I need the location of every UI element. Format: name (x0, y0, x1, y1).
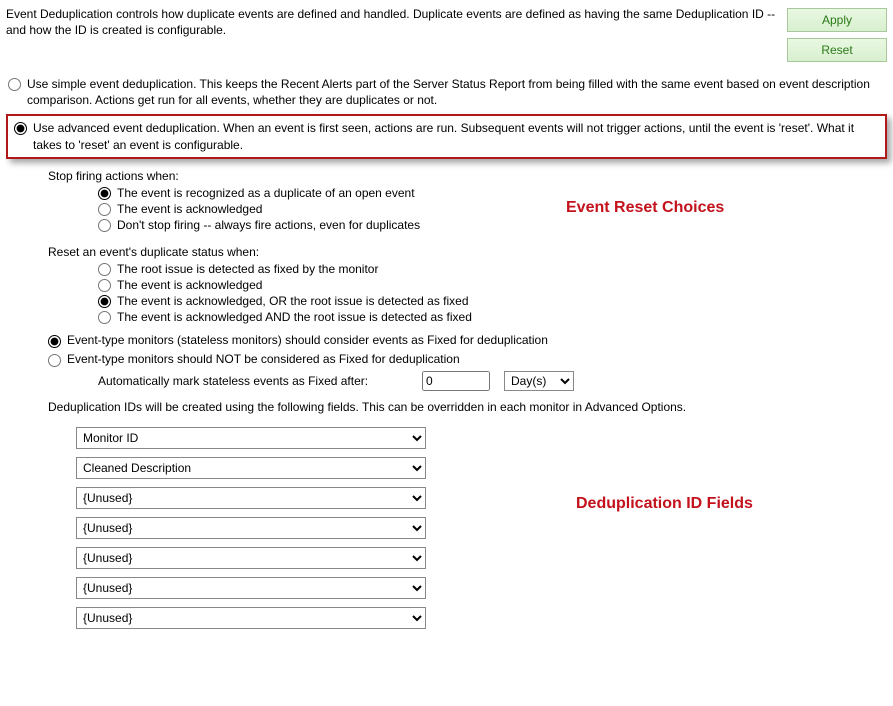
intro-text: Event Deduplication controls how duplica… (6, 6, 787, 38)
etype-opt2-label: Event-type monitors should NOT be consid… (67, 352, 460, 366)
etype-opt1-radio[interactable] (48, 335, 61, 348)
stop-opt2-label: The event is acknowledged (117, 202, 262, 216)
mode-advanced-radio[interactable] (14, 122, 27, 135)
stateless-label: Automatically mark stateless events as F… (98, 374, 408, 388)
apply-button[interactable]: Apply (787, 8, 887, 32)
reset-opt1-label: The root issue is detected as fixed by t… (117, 262, 378, 276)
reset-button[interactable]: Reset (787, 38, 887, 62)
stop-opt3-label: Don't stop firing -- always fire actions… (117, 218, 420, 232)
reset-opt3-radio[interactable] (98, 295, 111, 308)
dedup-id-paragraph: Deduplication IDs will be created using … (48, 399, 848, 415)
dedup-field-6[interactable]: {Unused} (76, 577, 426, 599)
stateless-unit-select[interactable]: Day(s) (504, 371, 574, 391)
reset-opt2-radio[interactable] (98, 279, 111, 292)
reset-opt4-label: The event is acknowledged AND the root i… (117, 310, 472, 324)
callout-dedup-fields: Deduplication ID Fields (576, 495, 753, 513)
dedup-field-4[interactable]: {Unused} (76, 517, 426, 539)
reset-heading: Reset an event's duplicate status when: (48, 245, 887, 259)
etype-opt2-radio[interactable] (48, 354, 61, 367)
reset-opt4-radio[interactable] (98, 311, 111, 324)
stop-opt3-radio[interactable] (98, 219, 111, 232)
dedup-field-3[interactable]: {Unused} (76, 487, 426, 509)
dedup-field-5[interactable]: {Unused} (76, 547, 426, 569)
etype-opt1-label: Event-type monitors (stateless monitors)… (67, 333, 548, 347)
callout-event-reset: Event Reset Choices (566, 199, 724, 217)
stop-opt1-label: The event is recognized as a duplicate o… (117, 186, 415, 200)
dedup-field-2[interactable]: Cleaned Description (76, 457, 426, 479)
dedup-field-7[interactable]: {Unused} (76, 607, 426, 629)
mode-simple-radio[interactable] (8, 78, 21, 91)
stop-opt1-radio[interactable] (98, 187, 111, 200)
stop-heading: Stop firing actions when: (48, 169, 887, 183)
mode-advanced-highlight: Use advanced event deduplication. When a… (6, 114, 887, 158)
reset-opt3-label: The event is acknowledged, OR the root i… (117, 294, 469, 308)
reset-opt2-label: The event is acknowledged (117, 278, 262, 292)
mode-advanced-label: Use advanced event deduplication. When a… (33, 120, 879, 152)
reset-opt1-radio[interactable] (98, 263, 111, 276)
mode-simple-label: Use simple event deduplication. This kee… (27, 76, 878, 108)
dedup-field-1[interactable]: Monitor ID (76, 427, 426, 449)
stateless-value-input[interactable] (422, 371, 490, 391)
stop-opt2-radio[interactable] (98, 203, 111, 216)
